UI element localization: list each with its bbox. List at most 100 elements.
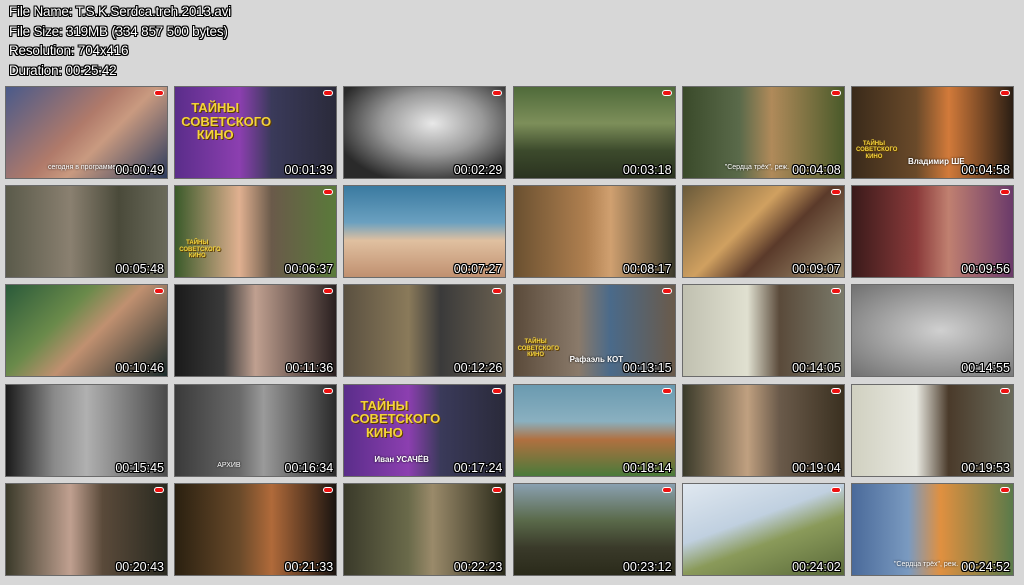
thumbnail-frame[interactable]: "Сердца трёх", реж. 00:04:08 [681, 86, 845, 179]
thumbnail-frame[interactable]: ТАЙНЫ СОВЕТСКОГО КИНО 00:01:39 [174, 86, 338, 179]
thumbnail-frame[interactable]: сегодня в программе 00:00:49 [5, 86, 168, 179]
timestamp-label: 00:14:55 [961, 361, 1010, 376]
channel-logo-icon [999, 387, 1010, 394]
channel-logo-icon [830, 387, 841, 394]
frame-caption: сегодня в программе [48, 164, 117, 171]
channel-logo-icon [830, 90, 841, 96]
thumbnail-frame[interactable]: 00:14:55 [850, 284, 1014, 378]
thumbnail-frame[interactable]: 00:18:14 [512, 383, 676, 477]
show-title-card: ТАЙНЫ СОВЕТСКОГО КИНО [179, 240, 221, 259]
thumbnail-grid: сегодня в программе 00:00:49 ТАЙНЫ СОВЕТСК… [5, 86, 1014, 576]
timestamp-label: 00:08:17 [622, 262, 672, 277]
thumbnail-frame[interactable]: 00:03:18 [512, 86, 676, 179]
timestamp-label: 00:01:39 [284, 163, 334, 177]
show-title-card: ТАЙНЫ СОВЕТСКОГО КИНО [855, 141, 898, 160]
timestamp-label: 00:24:52 [961, 559, 1010, 574]
show-title-card: ТАЙНЫ СОВЕТСКОГО КИНО [350, 397, 441, 440]
channel-logo-icon [661, 486, 672, 493]
file-name-line: File Name: T.S.K.Serdca.treh.2013.avi [9, 4, 231, 19]
thumbnail-frame[interactable]: ТАЙНЫ СОВЕТСКОГО КИНО 00:06:37 [174, 185, 338, 279]
timestamp-label: 00:05:48 [115, 262, 164, 277]
thumbnail-frame[interactable]: "Сердца трёх", реж. 00:24:52 [850, 482, 1014, 576]
channel-logo-icon [154, 486, 164, 493]
channel-logo-icon [323, 288, 334, 295]
thumbnail-frame[interactable]: 00:12:26 [343, 284, 507, 378]
channel-logo-icon [661, 288, 672, 295]
channel-logo-icon [323, 387, 334, 394]
frame-caption: "Сердца трёх", реж. [724, 164, 790, 171]
thumbnail-frame[interactable]: 00:20:43 [5, 482, 168, 576]
thumbnail-frame[interactable]: ТАЙНЫ СОВЕТСКОГО КИНО Иван УСАЧЁВ 00:17:24 [343, 383, 507, 477]
thumbnail-frame[interactable]: 00:23:12 [512, 482, 676, 576]
timestamp-label: 00:18:14 [622, 460, 672, 475]
timestamp-label: 00:19:53 [961, 460, 1010, 475]
frame-caption: "Сердца трёх", реж. [893, 560, 959, 568]
thumbnail-frame[interactable]: ТАЙНЫ СОВЕТСКОГО КИНО Владимир ШЕ 00:04:58 [850, 86, 1014, 179]
timestamp-label: 00:21:33 [284, 559, 334, 574]
channel-logo-icon [999, 90, 1010, 96]
name-caption: Иван УСАЧЁВ [374, 454, 429, 464]
thumbnail-frame[interactable]: АРХИВ 00:16:34 [174, 383, 338, 477]
timestamp-label: 00:09:56 [961, 262, 1010, 277]
timestamp-label: 00:03:18 [622, 163, 672, 177]
channel-logo-icon [830, 288, 841, 295]
channel-logo-icon [492, 486, 503, 493]
thumbnail-frame[interactable]: 00:19:04 [681, 383, 845, 477]
thumbnail-frame[interactable]: 00:08:17 [512, 185, 676, 279]
timestamp-label: 00:24:02 [792, 559, 841, 574]
file-info-block: File Name: T.S.K.Serdca.treh.2013.avi Fi… [9, 2, 231, 80]
name-caption: Рафаэль КОТ [569, 355, 624, 365]
thumbnail-frame[interactable]: 00:02:29 [343, 86, 507, 179]
channel-logo-icon [154, 288, 164, 295]
thumbnail-frame[interactable]: 00:05:48 [5, 185, 168, 279]
timestamp-label: 00:07:27 [453, 262, 503, 277]
thumbnail-frame[interactable]: 00:11:36 [174, 284, 338, 378]
channel-logo-icon [830, 189, 841, 196]
thumbnail-frame[interactable]: 00:14:05 [681, 284, 845, 378]
thumbnail-frame[interactable]: 00:15:45 [5, 383, 168, 477]
timestamp-label: 00:00:49 [115, 163, 164, 177]
name-caption: Владимир ШЕ [907, 157, 965, 166]
timestamp-label: 00:11:36 [285, 361, 334, 376]
timestamp-label: 00:16:34 [284, 460, 334, 475]
timestamp-label: 00:19:04 [792, 460, 841, 475]
thumbnail-frame[interactable]: 00:24:02 [681, 482, 845, 576]
file-size-line: File Size: 319MB (334 857 500 bytes) [9, 23, 228, 39]
timestamp-label: 00:13:15 [622, 361, 672, 376]
timestamp-label: 00:12:26 [453, 361, 503, 376]
frame-caption: АРХИВ [217, 461, 241, 469]
thumbnail-frame[interactable]: 00:22:23 [343, 482, 507, 576]
thumbnail-frame[interactable]: 00:09:56 [850, 185, 1014, 279]
timestamp-label: 00:04:08 [792, 163, 841, 177]
timestamp-label: 00:10:46 [115, 361, 164, 376]
channel-logo-icon [661, 387, 672, 394]
thumbnail-frame[interactable]: 00:19:53 [850, 383, 1014, 477]
duration-line: Duration: 00:25:42 [9, 62, 117, 78]
timestamp-label: 00:23:12 [622, 559, 672, 574]
channel-logo-icon [999, 486, 1010, 493]
thumbnail-frame[interactable]: ТАЙНЫ СОВЕТСКОГО КИНО Рафаэль КОТ 00:13:15 [512, 284, 676, 378]
show-title-card: ТАЙНЫ СОВЕТСКОГО КИНО [181, 100, 272, 143]
timestamp-label: 00:22:23 [453, 559, 503, 574]
timestamp-label: 00:09:07 [792, 262, 841, 277]
timestamp-label: 00:04:58 [961, 163, 1010, 177]
timestamp-label: 00:20:43 [115, 559, 164, 574]
timestamp-label: 00:17:24 [453, 460, 503, 475]
channel-logo-icon [323, 90, 334, 96]
channel-logo-icon [830, 486, 841, 493]
channel-logo-icon [492, 387, 503, 394]
timestamp-label: 00:14:05 [792, 361, 841, 376]
timestamp-label: 00:06:37 [284, 262, 334, 277]
channel-logo-icon [999, 189, 1010, 196]
channel-logo-icon [323, 486, 334, 493]
show-title-card: ТАЙНЫ СОВЕТСКОГО КИНО [517, 339, 560, 359]
channel-logo-icon [323, 189, 334, 196]
timestamp-label: 00:15:45 [115, 460, 164, 475]
thumbnail-frame[interactable]: 00:09:07 [681, 185, 845, 279]
thumbnail-frame[interactable]: 00:10:46 [5, 284, 168, 378]
thumbnail-frame[interactable]: 00:21:33 [174, 482, 338, 576]
thumbnail-frame[interactable]: 00:07:27 [343, 185, 507, 279]
resolution-line: Resolution: 704x416 [9, 43, 129, 58]
channel-logo-icon [492, 90, 503, 96]
channel-logo-icon [154, 90, 164, 96]
